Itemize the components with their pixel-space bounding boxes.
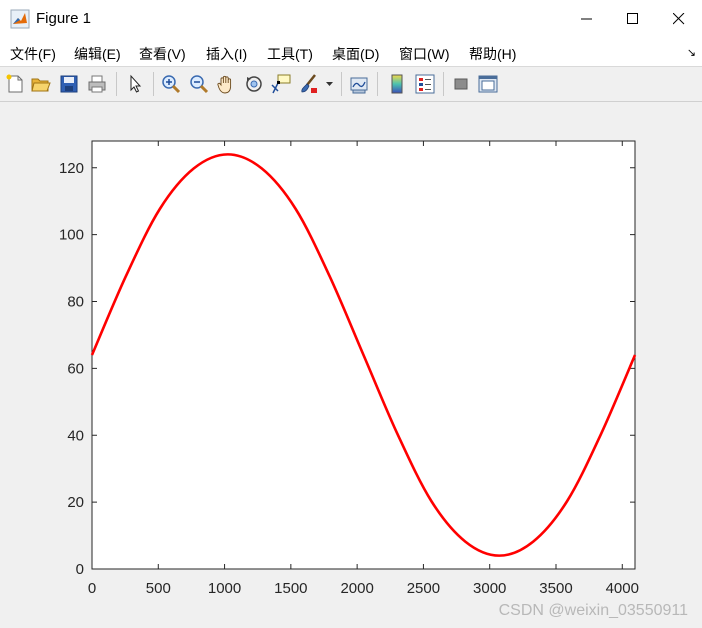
x-tick-label: 4000 bbox=[606, 580, 639, 597]
menu-edit[interactable]: 编辑(E) bbox=[74, 44, 121, 64]
x-tick-label: 1500 bbox=[274, 580, 307, 597]
menu-file[interactable]: 文件(F) bbox=[10, 44, 56, 64]
watermark-text: CSDN @weixin_03550911 bbox=[498, 602, 688, 619]
title-bar[interactable]: Figure 1 bbox=[0, 0, 702, 38]
y-tick-label: 80 bbox=[67, 294, 84, 311]
matlab-logo-icon bbox=[10, 9, 30, 29]
zoom-in-icon[interactable] bbox=[160, 73, 182, 95]
zoom-out-icon[interactable] bbox=[188, 73, 210, 95]
menu-help[interactable]: 帮助(H) bbox=[469, 44, 516, 64]
toolbar-separator bbox=[116, 72, 117, 96]
rotate-3d-icon[interactable] bbox=[243, 73, 265, 95]
x-tick-label: 3500 bbox=[539, 580, 572, 597]
menu-tools[interactable]: 工具(T) bbox=[267, 44, 313, 64]
insert-legend-icon[interactable] bbox=[414, 73, 436, 95]
toolbar-separator bbox=[377, 72, 378, 96]
x-tick-label: 2000 bbox=[340, 580, 373, 597]
menu-insert[interactable]: 插入(I) bbox=[206, 44, 247, 64]
pan-hand-icon[interactable] bbox=[215, 73, 237, 95]
y-tick-label: 0 bbox=[76, 561, 84, 578]
show-plot-tools-icon[interactable] bbox=[477, 73, 499, 95]
maximize-button[interactable] bbox=[610, 0, 656, 38]
close-button[interactable] bbox=[656, 0, 702, 38]
print-icon[interactable] bbox=[86, 73, 108, 95]
y-tick-label: 40 bbox=[67, 427, 84, 444]
menu-window[interactable]: 窗口(W) bbox=[399, 44, 450, 64]
menu-view[interactable]: 查看(V) bbox=[139, 44, 186, 64]
y-tick-label: 120 bbox=[59, 160, 84, 177]
x-tick-label: 500 bbox=[146, 580, 171, 597]
figure-canvas[interactable]: 0 500 1000 1500 2000 2500 3000 3500 4000 0 20 40 60 8… bbox=[0, 101, 702, 628]
hide-plot-tools-icon[interactable] bbox=[450, 73, 472, 95]
y-tick-label: 20 bbox=[67, 494, 84, 511]
open-file-icon[interactable] bbox=[30, 73, 52, 95]
save-icon[interactable] bbox=[58, 73, 80, 95]
new-figure-icon[interactable] bbox=[4, 73, 26, 95]
brush-dropdown-icon[interactable] bbox=[326, 82, 333, 87]
link-plot-icon[interactable] bbox=[348, 73, 370, 95]
brush-icon[interactable] bbox=[298, 73, 320, 95]
menu-desktop[interactable]: 桌面(D) bbox=[332, 44, 379, 64]
dock-arrow-icon[interactable]: ↘ bbox=[687, 46, 696, 59]
plot-axes[interactable]: 0 500 1000 1500 2000 2500 3000 3500 4000 0 20 40 60 8… bbox=[0, 101, 702, 628]
x-tick-label: 3000 bbox=[473, 580, 506, 597]
insert-colorbar-icon[interactable] bbox=[386, 73, 408, 95]
minimize-button[interactable] bbox=[564, 0, 610, 38]
figure-toolbar bbox=[0, 66, 702, 102]
data-cursor-icon[interactable] bbox=[270, 73, 292, 95]
figure-window: Figure 1 文件(F) 编辑(E) 查看(V) 插入(I) 工具(T) 桌… bbox=[0, 0, 702, 628]
x-tick-label: 0 bbox=[88, 580, 96, 597]
close-icon bbox=[673, 13, 685, 25]
y-tick-label: 60 bbox=[67, 360, 84, 377]
window-title: Figure 1 bbox=[36, 10, 92, 27]
x-tick-label: 2500 bbox=[407, 580, 440, 597]
maximize-icon bbox=[627, 13, 638, 24]
y-tick-label: 100 bbox=[59, 227, 84, 244]
toolbar-separator bbox=[153, 72, 154, 96]
edit-plot-cursor-icon[interactable] bbox=[124, 73, 146, 95]
toolbar-separator bbox=[341, 72, 342, 96]
toolbar-separator bbox=[443, 72, 444, 96]
menu-bar: 文件(F) 编辑(E) 查看(V) 插入(I) 工具(T) 桌面(D) 窗口(W… bbox=[0, 38, 702, 66]
x-tick-label: 1000 bbox=[208, 580, 241, 597]
minimize-icon bbox=[581, 18, 592, 20]
